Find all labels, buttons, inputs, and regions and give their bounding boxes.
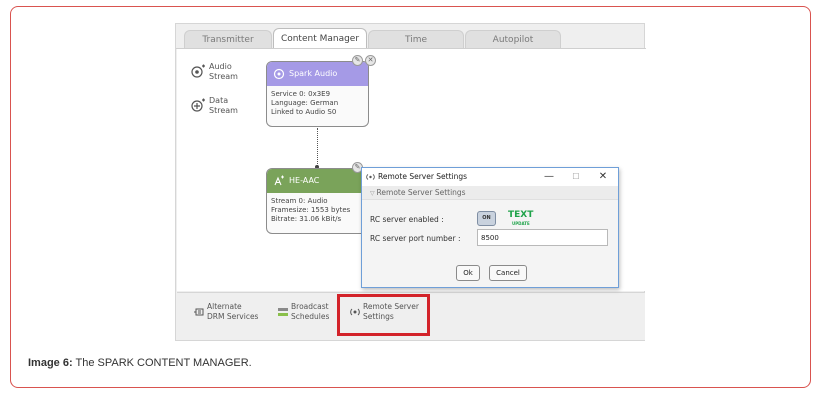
text-update-logo: TEXT — [508, 210, 534, 220]
rc-port-input[interactable] — [477, 229, 608, 246]
minimize-button[interactable]: — — [540, 168, 558, 186]
he-aac-title: HE-AAC — [289, 176, 320, 185]
he-aac-details: Stream 0: Audio Framesize: 1553 bytes Bi… — [267, 193, 368, 228]
spark-audio-line: Language: German — [271, 99, 339, 107]
service-icon — [273, 68, 285, 80]
edit-icon[interactable]: ✎ — [352, 55, 363, 66]
rc-port-label: RC server port number : — [370, 234, 461, 243]
he-aac-line: Bitrate: 31.06 kBit/s — [271, 215, 342, 223]
he-aac-node[interactable]: HE-AAC Stream 0: Audio Framesize: 1553 b… — [266, 162, 369, 234]
rc-enabled-label: RC server enabled : — [370, 215, 444, 224]
figure-caption: Image 6: The SPARK CONTENT MANAGER. — [28, 357, 252, 369]
spark-audio-node-controls: ✎ ✕ — [352, 55, 380, 67]
settings-section-header[interactable]: ▽ Remote Server Settings — [362, 186, 618, 200]
palette-audio-stream-label: Audio Stream — [209, 62, 238, 81]
alternate-services-icon — [194, 308, 204, 316]
maximize-button[interactable]: ☐ — [567, 168, 585, 186]
schedules-icon — [278, 308, 288, 316]
caption-text: The SPARK CONTENT MANAGER. — [72, 357, 252, 369]
spark-audio-node[interactable]: Spark Audio Service 0: 0x3E9 Language: G… — [266, 55, 376, 127]
alternate-drm-services-label: Alternate DRM Services — [207, 302, 259, 321]
data-stream-icon — [191, 98, 205, 112]
tab-transmitter[interactable]: Transmitter — [184, 30, 272, 49]
tab-autopilot[interactable]: Autopilot — [465, 30, 561, 49]
section-title: Remote Server Settings — [376, 188, 466, 197]
remove-icon[interactable]: ✕ — [365, 55, 376, 66]
rc-enabled-toggle[interactable]: ON — [477, 211, 496, 226]
he-aac-line: Stream 0: Audio — [271, 197, 328, 205]
spark-audio-line: Service 0: 0x3E9 — [271, 90, 331, 98]
remote-server-settings-dialog: Remote Server Settings — ☐ ✕ ▽ Remote Se… — [361, 167, 619, 288]
highlight-box — [337, 294, 430, 336]
spark-audio-title: Spark Audio — [289, 69, 338, 78]
tab-content-manager[interactable]: Content Manager — [273, 28, 367, 49]
ok-button[interactable]: Ok — [456, 265, 480, 281]
dialog-title: Remote Server Settings — [378, 172, 468, 181]
close-button[interactable]: ✕ — [594, 168, 612, 186]
he-aac-line: Framesize: 1553 bytes — [271, 206, 351, 214]
stream-icon — [274, 175, 284, 186]
tab-bar: Transmitter Content Manager Time Autopil… — [180, 28, 642, 49]
tab-time[interactable]: Time — [368, 30, 464, 49]
caption-prefix: Image 6: — [28, 357, 73, 369]
audio-stream-icon — [191, 64, 205, 78]
text-update-logo-sub: UPDATE — [512, 221, 530, 226]
spark-audio-line: Linked to Audio S0 — [271, 108, 337, 116]
link-line — [317, 128, 318, 168]
remote-server-icon — [366, 174, 375, 180]
spark-audio-details: Service 0: 0x3E9 Language: German Linked… — [267, 86, 368, 121]
palette-data-stream-label: Data Stream — [209, 96, 238, 115]
dialog-title-bar[interactable]: Remote Server Settings — ☐ ✕ — [362, 168, 618, 186]
cancel-button[interactable]: Cancel — [489, 265, 527, 281]
